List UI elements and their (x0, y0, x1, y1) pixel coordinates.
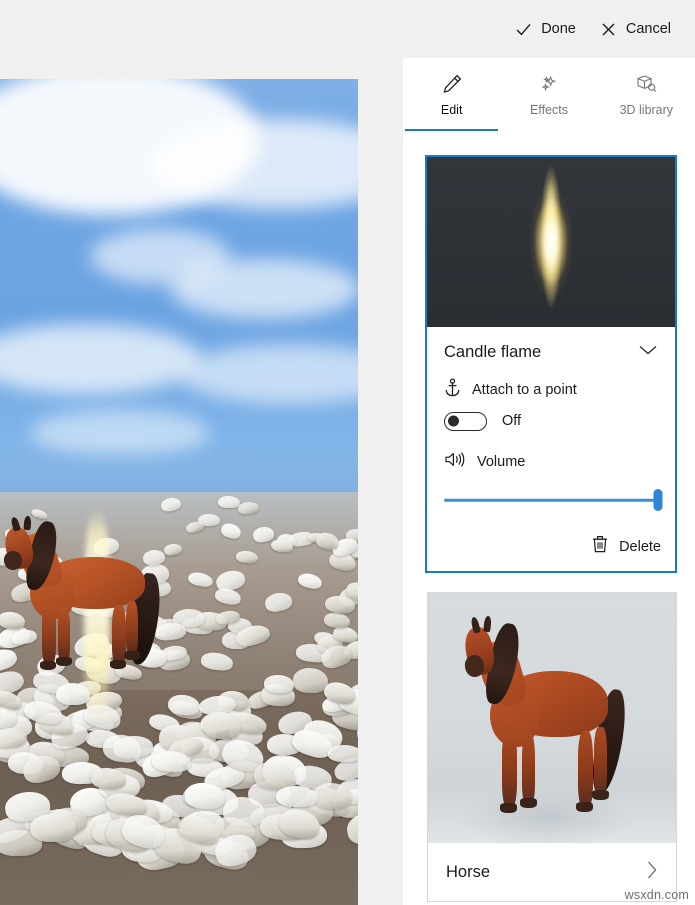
volume-slider-thumb[interactable] (653, 489, 663, 511)
horse-hoof (592, 790, 609, 800)
horse-hoof (56, 657, 72, 666)
sparkles-icon (537, 69, 561, 99)
app-root: Done Cancel Edit Effects 3D library Cand… (0, 0, 695, 905)
horse-ear (483, 615, 492, 633)
volume-slider-track (444, 498, 658, 502)
trash-icon (591, 534, 609, 559)
volume-label: Volume (477, 454, 526, 470)
tab-edit[interactable]: Edit (403, 58, 500, 131)
bird (30, 813, 77, 843)
volume-row: Volume (427, 449, 675, 475)
delete-button[interactable]: Delete (591, 534, 661, 559)
bird (264, 674, 295, 694)
horse-ear (23, 515, 32, 531)
checkmark-icon (515, 21, 532, 38)
cube-search-icon (633, 69, 659, 99)
pencil-icon (440, 69, 464, 99)
horse-leg (594, 727, 607, 795)
video-preview-canvas[interactable] (0, 79, 358, 905)
horse-leg (578, 731, 593, 807)
delete-label: Delete (619, 538, 661, 555)
object-title: Candle flame (444, 342, 542, 361)
horse-3d-object[interactable] (0, 515, 200, 687)
editing-panel: Edit Effects 3D library Candle flame Att… (403, 58, 695, 905)
object-card-header[interactable]: Candle flame (427, 327, 675, 377)
speaker-volume-icon (444, 450, 466, 474)
cloud (170, 259, 358, 319)
top-command-bar: Done Cancel (0, 0, 695, 58)
anchor-icon (444, 377, 461, 403)
horse-leg (522, 733, 535, 805)
bird (218, 495, 241, 509)
horse-hoof (520, 798, 537, 808)
tab-edit-label: Edit (440, 103, 463, 117)
panel-tabstrip: Edit Effects 3D library (403, 58, 695, 131)
cancel-button[interactable]: Cancel (588, 13, 683, 46)
chevron-down-icon[interactable] (637, 343, 659, 362)
tab-effects-label: Effects (530, 103, 568, 117)
close-icon (600, 21, 617, 38)
active-tab-indicator (405, 128, 499, 131)
object-title: Horse (446, 862, 491, 881)
horse-leg (126, 601, 138, 655)
bird (327, 745, 358, 763)
horse-hoof (500, 803, 517, 813)
horse-leg (58, 607, 70, 663)
tab-effects[interactable]: Effects (500, 58, 597, 131)
horse-hoof (124, 651, 140, 660)
horse-hoof (40, 661, 56, 670)
horse-leg (42, 603, 56, 665)
candle-flame-thumbnail (427, 157, 675, 327)
horse-3d-thumbnail (428, 593, 676, 843)
attach-toggle-row: Off (427, 403, 675, 439)
tab-3d-library-label: 3D library (619, 103, 674, 117)
horse-leg (502, 729, 517, 807)
volume-slider[interactable] (444, 489, 663, 511)
volume-slider-wrap (427, 489, 675, 511)
toggle-knob (448, 415, 460, 427)
done-label: Done (541, 21, 576, 37)
horse-hoof (576, 802, 593, 812)
chevron-right-icon[interactable] (645, 859, 659, 886)
object-card-selected[interactable]: Candle flame Attach to a point Off Volum… (425, 155, 677, 573)
watermark: wsxdn.com (624, 888, 689, 902)
object-card-horse[interactable]: Horse (427, 592, 677, 902)
attach-toggle[interactable] (444, 411, 487, 431)
cancel-label: Cancel (625, 21, 671, 37)
attach-to-point-label: Attach to a point (472, 382, 577, 398)
done-button[interactable]: Done (503, 13, 588, 46)
attach-toggle-state: Off (502, 413, 522, 429)
attach-to-point-row: Attach to a point (427, 377, 675, 403)
horse-hoof (110, 660, 126, 669)
tab-3d-library[interactable]: 3D library (598, 58, 695, 131)
